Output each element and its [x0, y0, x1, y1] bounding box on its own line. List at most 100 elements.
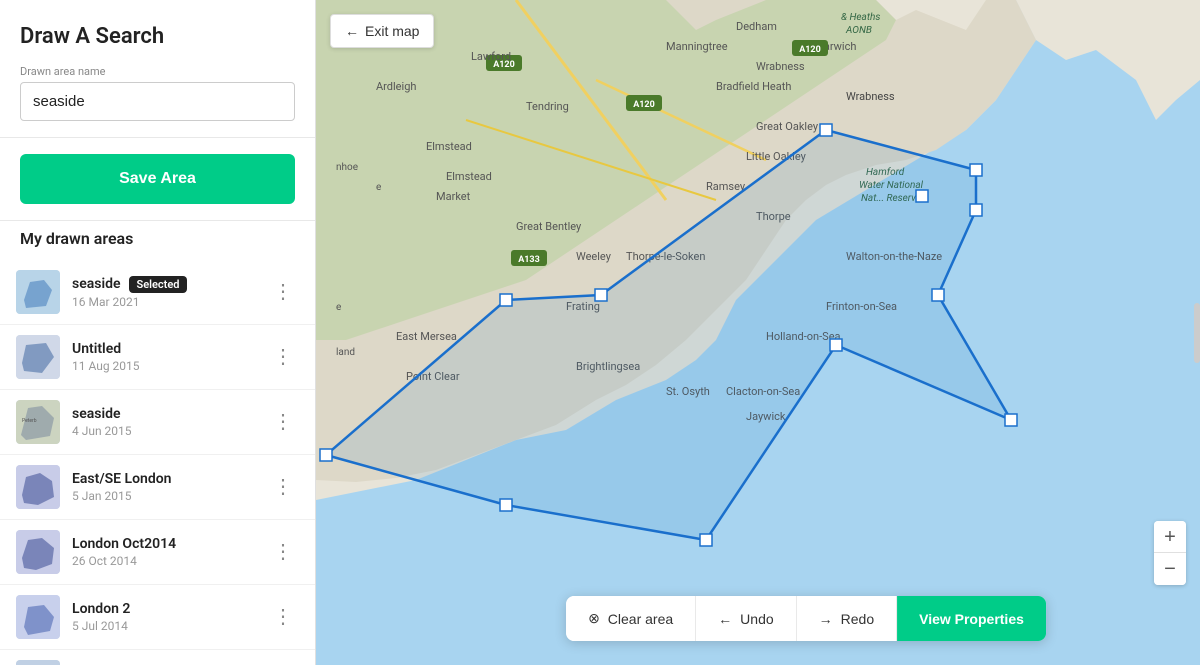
zoom-controls: + −	[1154, 521, 1186, 585]
area-name-text: Untitled	[72, 341, 121, 357]
list-item[interactable]: London 2 5 Jul 2014 ⋮	[0, 585, 315, 650]
svg-text:Dedham: Dedham	[736, 20, 777, 33]
selected-badge: Selected	[129, 276, 188, 293]
redo-label: Redo	[841, 611, 874, 627]
area-name-text: London Oct2014	[72, 536, 176, 552]
svg-text:A120: A120	[799, 45, 821, 55]
area-thumbnail	[16, 595, 60, 639]
area-info: London 2 5 Jul 2014	[72, 601, 267, 633]
area-info: seaside 4 Jun 2015	[72, 406, 267, 438]
svg-text:& Heaths: & Heaths	[841, 12, 880, 23]
area-name-row: seaside	[72, 406, 267, 422]
zoom-out-button[interactable]: −	[1154, 553, 1186, 585]
area-list: seaside Selected 16 Mar 2021 ⋮ Untitled …	[0, 260, 315, 665]
svg-text:e: e	[336, 302, 341, 313]
area-date: 16 Mar 2021	[72, 295, 267, 309]
svg-text:East Mersea: East Mersea	[396, 330, 457, 343]
area-name-row: Untitled	[72, 341, 267, 357]
area-thumbnail	[16, 530, 60, 574]
area-name-section: Drawn area name	[0, 65, 315, 138]
area-name-row: East/SE London	[72, 471, 267, 487]
svg-text:Market: Market	[436, 190, 471, 203]
area-info: East/SE London 5 Jan 2015	[72, 471, 267, 503]
list-item[interactable]: seaside Selected 16 Mar 2021 ⋮	[0, 260, 315, 325]
area-thumbnail	[16, 270, 60, 314]
thumbnail-svg	[16, 335, 60, 379]
view-properties-button[interactable]: View Properties	[897, 596, 1046, 641]
my-drawn-areas-title: My drawn areas	[0, 220, 315, 260]
undo-arrow-icon: ←	[718, 611, 732, 627]
svg-text:e: e	[376, 182, 381, 193]
area-name-row: seaside Selected	[72, 276, 267, 293]
svg-text:A120: A120	[633, 100, 655, 110]
area-info: London Oct2014 26 Oct 2014	[72, 536, 267, 568]
area-date: 11 Aug 2015	[72, 359, 267, 373]
list-item[interactable]: East/SE London 5 Jan 2015 ⋮	[0, 455, 315, 520]
clear-area-button[interactable]: ⊗ Clear area	[566, 596, 696, 641]
page-title: Draw A Search	[0, 0, 315, 65]
svg-text:land: land	[336, 347, 355, 358]
svg-text:Bradfield Heath: Bradfield Heath	[716, 80, 791, 93]
zoom-in-button[interactable]: +	[1154, 521, 1186, 553]
area-date: 26 Oct 2014	[72, 554, 267, 568]
thumbnail-svg	[16, 530, 60, 574]
svg-text:Wrabness: Wrabness	[756, 60, 805, 73]
area-date: 4 Jun 2015	[72, 424, 267, 438]
area-thumbnail	[16, 660, 60, 665]
sidebar: Draw A Search Drawn area name Save Area …	[0, 0, 316, 665]
svg-text:Manningtree: Manningtree	[666, 40, 728, 53]
exit-map-label: Exit map	[365, 23, 419, 39]
svg-text:Tendring: Tendring	[526, 100, 569, 113]
area-name-row: London 2	[72, 601, 267, 617]
undo-label: Undo	[740, 611, 773, 627]
svg-text:Ardleigh: Ardleigh	[376, 80, 416, 93]
exit-map-button[interactable]: ← Exit map	[330, 14, 434, 48]
clear-icon: ⊗	[588, 610, 600, 627]
area-name-text: seaside	[72, 406, 121, 422]
thumbnail-svg	[16, 595, 60, 639]
area-thumbnail: Peterb	[16, 400, 60, 444]
area-name-text: East/SE London	[72, 471, 172, 487]
view-properties-label: View Properties	[919, 611, 1024, 627]
thumbnail-svg	[16, 660, 60, 665]
area-date: 5 Jan 2015	[72, 489, 267, 503]
save-area-button[interactable]: Save Area	[20, 154, 295, 204]
list-item[interactable]: london i think i would like ⋮	[0, 650, 315, 665]
svg-text:Elmstead: Elmstead	[446, 170, 492, 183]
svg-text:nhoe: nhoe	[336, 162, 358, 173]
area-menu-button[interactable]: ⋮	[267, 538, 299, 566]
list-item[interactable]: Peterb seaside 4 Jun 2015 ⋮	[0, 390, 315, 455]
area-info: Untitled 11 Aug 2015	[72, 341, 267, 373]
svg-text:Lawford: Lawford	[471, 50, 511, 63]
redo-button[interactable]: → Redo	[797, 596, 897, 641]
scroll-indicator	[1194, 303, 1200, 363]
area-name-text: seaside	[72, 276, 121, 292]
area-name-row: London Oct2014	[72, 536, 267, 552]
back-arrow-icon: ←	[345, 23, 359, 39]
area-date: 5 Jul 2014	[72, 619, 267, 633]
map-background: A120 A120 A133 Ardleigh nhoe e e land Ea…	[316, 0, 1200, 665]
svg-text:Elmstead: Elmstead	[426, 140, 472, 153]
undo-button[interactable]: ← Undo	[696, 596, 796, 641]
area-menu-button[interactable]: ⋮	[267, 473, 299, 501]
area-menu-button[interactable]: ⋮	[267, 408, 299, 436]
thumbnail-svg	[16, 270, 60, 314]
redo-arrow-icon: →	[819, 611, 833, 627]
svg-text:AONB: AONB	[845, 25, 872, 36]
svg-text:Peterb: Peterb	[22, 418, 37, 424]
map-toolbar: ⊗ Clear area ← Undo → Redo View Properti…	[566, 596, 1046, 641]
list-item[interactable]: Untitled 11 Aug 2015 ⋮	[0, 325, 315, 390]
svg-text:Great Bentley: Great Bentley	[516, 220, 582, 233]
thumbnail-svg	[16, 465, 60, 509]
area-menu-button[interactable]: ⋮	[267, 278, 299, 306]
map-area[interactable]: A120 A120 A133 Ardleigh nhoe e e land Ea…	[316, 0, 1200, 665]
area-info: seaside Selected 16 Mar 2021	[72, 276, 267, 309]
area-thumbnail	[16, 465, 60, 509]
svg-text:Wrabness: Wrabness	[846, 90, 895, 103]
area-menu-button[interactable]: ⋮	[267, 343, 299, 371]
area-menu-button[interactable]: ⋮	[267, 603, 299, 631]
area-thumbnail	[16, 335, 60, 379]
list-item[interactable]: London Oct2014 26 Oct 2014 ⋮	[0, 520, 315, 585]
area-name-input[interactable]	[20, 82, 295, 121]
svg-text:Great Oakley: Great Oakley	[756, 120, 819, 133]
